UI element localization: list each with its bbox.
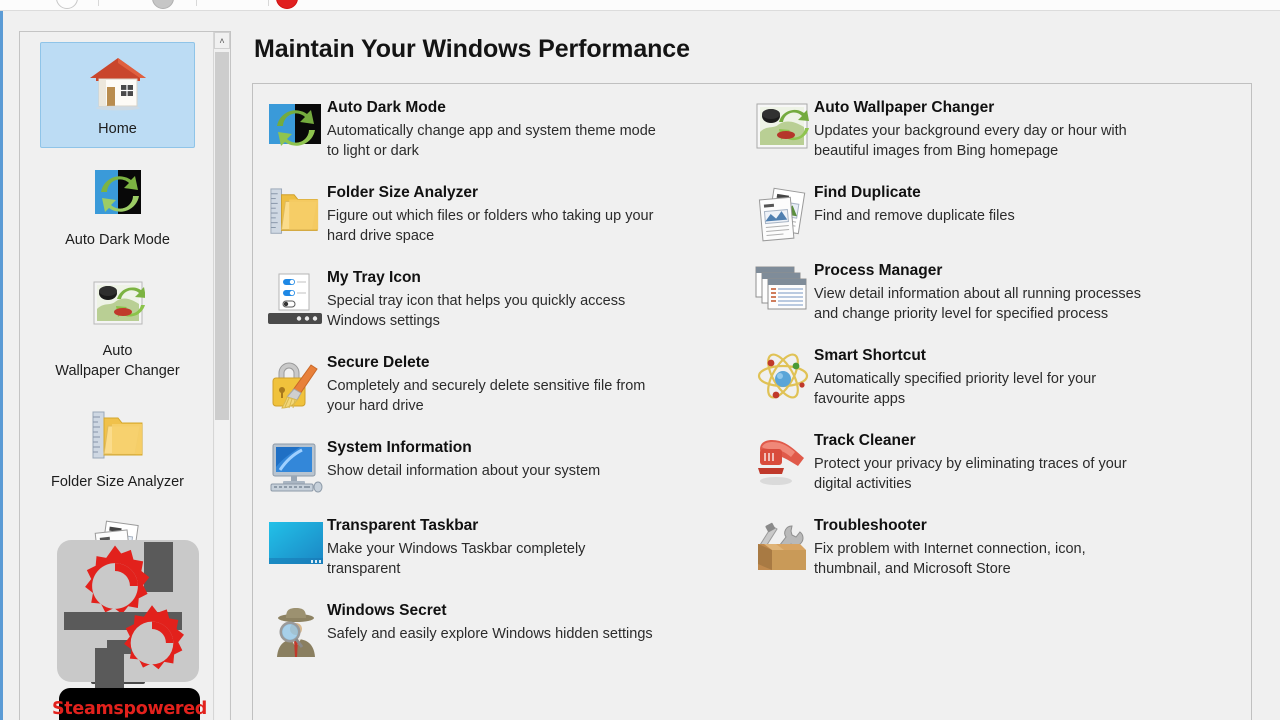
feature-description: Protect your privacy by eliminating trac… [814,456,1127,492]
sidebar-item-find-duplicate[interactable]: Find Duplicate [40,506,195,612]
auto-dark-mode-icon [265,98,327,154]
feature-item-track-cleaner[interactable]: Track Cleaner Protect your privacy by el… [752,431,1237,494]
feature-description: Make your Windows Taskbar completely tra… [327,541,586,577]
feature-name: Process Manager [814,262,943,279]
browser-toolbar-fragment [0,0,1280,11]
smart-shortcut-icon [752,346,814,402]
toolbar-divider [98,0,99,6]
auto-dark-mode-icon [45,162,190,226]
my-tray-icon [265,268,327,324]
system-information-icon [265,438,327,494]
feature-item-secure-delete[interactable]: Secure Delete Completely and securely de… [265,353,738,416]
feature-description: View detail information about all runnin… [814,286,1141,322]
sidebar-item-label: Auto Dark Mode [65,232,170,248]
feature-item-auto-wallpaper-changer[interactable]: Auto Wallpaper Changer Updates your back… [752,98,1237,161]
folder-size-analyzer-icon [45,404,190,468]
toolbar-divider [268,0,269,6]
windows-secret-icon [265,601,327,657]
page-title: Maintain Your Windows Performance [254,35,690,63]
feature-description: Automatically change app and system them… [327,123,656,159]
sidebar-item-label: Auto Wallpaper Changer [55,343,180,379]
scrollbar-thumb[interactable] [215,52,229,420]
feature-name: Folder Size Analyzer [327,184,479,201]
secure-delete-icon [265,353,327,409]
process-manager-icon [752,261,814,317]
auto-wallpaper-changer-icon [752,98,814,154]
feature-name: Auto Dark Mode [327,99,446,116]
sidebar: Home Auto Dark Mode Auto Wallpaper Chang… [19,31,231,720]
feature-description: Automatically specified priority level f… [814,371,1097,407]
my-tray-icon [45,626,190,690]
feature-name: Auto Wallpaper Changer [814,99,995,116]
feature-description: Updates your background every day or hou… [814,123,1127,159]
feature-item-smart-shortcut[interactable]: Smart Shortcut Automatically specified p… [752,346,1237,409]
feature-list-panel: Auto Dark Mode Automatically change app … [252,83,1252,720]
circle-red-icon[interactable] [276,0,298,9]
main-content: Maintain Your Windows Performance Auto D… [252,31,1268,720]
sidebar-item-label: My Tray Icon [76,696,159,712]
auto-wallpaper-changer-icon [45,273,190,337]
sidebar-item-my-tray-icon[interactable]: My Tray Icon [40,617,195,720]
track-cleaner-icon [752,431,814,487]
feature-column-right: Auto Wallpaper Changer Updates your back… [752,98,1251,679]
feature-name: Troubleshooter [814,517,927,534]
app-window: Home Auto Dark Mode Auto Wallpaper Chang… [0,0,1280,720]
house-icon [45,51,190,115]
feature-description: Figure out which files or folders who ta… [327,208,654,244]
circle-gray-icon[interactable] [152,0,174,9]
feature-name: Windows Secret [327,602,447,619]
feature-name: System Information [327,439,472,456]
sidebar-item-label: Find Duplicate [71,585,164,601]
feature-name: Track Cleaner [814,432,916,449]
scroll-up-arrow-icon[interactable]: ˄ [214,32,230,49]
window-body: Home Auto Dark Mode Auto Wallpaper Chang… [3,12,1280,720]
sidebar-item-label: Folder Size Analyzer [51,474,184,490]
transparent-taskbar-icon [265,516,327,572]
feature-description: Show detail information about your syste… [327,463,601,479]
sidebar-item-home[interactable]: Home [40,42,195,148]
feature-item-transparent-taskbar[interactable]: Transparent Taskbar Make your Windows Ta… [265,516,738,579]
feature-name: Find Duplicate [814,184,921,201]
feature-description: Special tray icon that helps you quickly… [327,293,626,329]
feature-item-my-tray-icon[interactable]: My Tray Icon Special tray icon that help… [265,268,738,331]
sidebar-scrollbar[interactable]: ˄ [213,32,230,720]
find-duplicate-icon [752,183,814,242]
feature-item-process-manager[interactable]: Process Manager View detail information … [752,261,1237,324]
feature-description: Completely and securely delete sensitive… [327,378,646,414]
sidebar-item-folder-size-analyzer[interactable]: Folder Size Analyzer [40,395,195,501]
folder-size-analyzer-icon [265,183,327,239]
feature-description: Fix problem with Internet connection, ic… [814,541,1086,577]
feature-name: Transparent Taskbar [327,517,479,534]
troubleshooter-icon [752,516,814,572]
sidebar-item-label: Home [98,121,137,137]
find-duplicate-icon [45,515,190,579]
feature-column-left: Auto Dark Mode Automatically change app … [253,98,752,679]
feature-item-windows-secret[interactable]: Windows Secret Safely and easily explore… [265,601,738,657]
feature-item-auto-dark-mode[interactable]: Auto Dark Mode Automatically change app … [265,98,738,161]
sidebar-item-auto-wallpaper-changer[interactable]: Auto Wallpaper Changer [40,264,195,390]
feature-item-folder-size-analyzer[interactable]: Folder Size Analyzer Figure out which fi… [265,183,738,246]
feature-description: Find and remove duplicate files [814,208,1015,224]
sidebar-item-auto-dark-mode[interactable]: Auto Dark Mode [40,153,195,259]
toolbar-divider [196,0,197,6]
sidebar-list: Home Auto Dark Mode Auto Wallpaper Chang… [20,32,215,720]
scrollbar-track[interactable] [215,420,229,720]
feature-name: Smart Shortcut [814,347,926,364]
feature-name: Secure Delete [327,354,430,371]
feature-item-system-information[interactable]: System Information Show detail informati… [265,438,738,494]
circle-outline-icon[interactable] [56,0,78,9]
feature-name: My Tray Icon [327,269,421,286]
feature-item-troubleshooter[interactable]: Troubleshooter Fix problem with Internet… [752,516,1237,579]
feature-description: Safely and easily explore Windows hidden… [327,626,653,642]
feature-item-find-duplicate[interactable]: Find Duplicate Find and remove duplicate… [752,183,1237,242]
